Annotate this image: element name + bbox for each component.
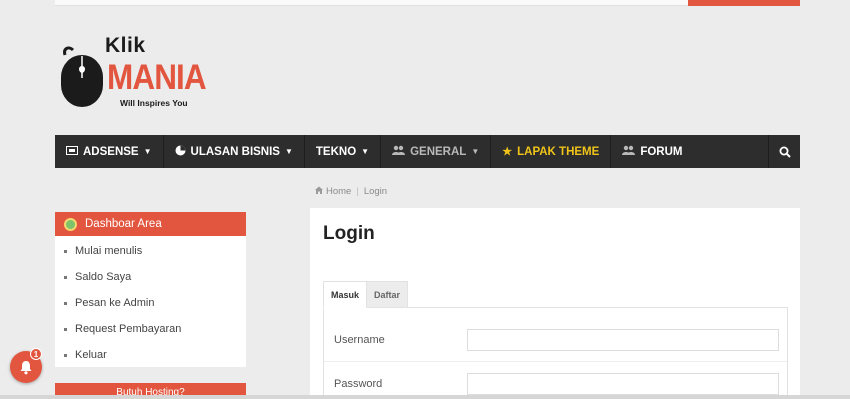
sidebar-item-mulai-menulis[interactable]: Mulai menulis — [55, 238, 246, 264]
breadcrumb: Home | Login — [315, 186, 387, 197]
login-form: Username Password — [323, 307, 788, 399]
logo-text-mania: MANIA — [107, 58, 207, 97]
bullet-icon — [64, 301, 67, 305]
top-bar-accent — [688, 0, 800, 6]
nav-item-tekno[interactable]: TEKNO ▼ — [305, 135, 382, 168]
logo-text-klik: Klik — [105, 34, 146, 57]
caret-down-icon: ▼ — [361, 147, 370, 156]
sidebar-item-request-pembayaran[interactable]: Request Pembayaran — [55, 316, 246, 342]
star-icon: ★ — [502, 146, 513, 158]
nav-label: ULASAN BISNIS — [190, 145, 280, 158]
nav-item-ulasan-bisnis[interactable]: ULASAN BISNIS ▼ — [164, 135, 305, 168]
sidebar-item-keluar[interactable]: Keluar — [55, 342, 246, 368]
pie-chart-icon — [175, 145, 186, 159]
search-icon — [779, 146, 791, 158]
nav-label: GENERAL — [410, 145, 467, 158]
breadcrumb-current: Login — [363, 186, 388, 197]
bullet-icon — [64, 275, 67, 279]
sidebar-item-pesan-ke-admin[interactable]: Pesan ke Admin — [55, 290, 246, 316]
tab-daftar[interactable]: Daftar — [367, 281, 409, 308]
caret-down-icon: ▼ — [143, 147, 152, 156]
sidebar-item-label: Mulai menulis — [75, 245, 143, 257]
sidebar-widget-title: Dashboar Area — [85, 218, 162, 230]
ad-icon — [66, 145, 78, 158]
sidebar-widget-header: Dashboar Area — [55, 212, 246, 236]
password-label: Password — [334, 377, 383, 390]
sidebar-dashboard-widget: Dashboar Area Mulai menulis Saldo Saya P… — [55, 212, 246, 367]
dashboard-icon — [64, 217, 77, 231]
sidebar-item-saldo-saya[interactable]: Saldo Saya — [55, 264, 246, 290]
sidebar-item-label: Keluar — [75, 349, 107, 361]
nav-search-button[interactable] — [768, 135, 800, 168]
sidebar-menu: Mulai menulis Saldo Saya Pesan ke Admin … — [55, 236, 246, 368]
caret-down-icon: ▼ — [471, 147, 480, 156]
horizontal-scrollbar[interactable] — [0, 395, 850, 399]
username-field[interactable] — [467, 329, 779, 351]
bullet-icon — [64, 327, 67, 331]
username-label: Username — [334, 334, 385, 346]
bullet-icon — [64, 249, 67, 253]
nav-item-forum[interactable]: FORUM — [611, 135, 693, 168]
nav-label: FORUM — [640, 145, 683, 158]
main-nav: ADSENSE ▼ ULASAN BISNIS ▼ TEKNO ▼ GENERA… — [55, 135, 800, 168]
notification-count-badge: 1 — [30, 348, 42, 360]
nav-item-lapak-theme[interactable]: ★ LAPAK THEME — [491, 135, 612, 168]
site-logo[interactable]: Klik MANIA Will Inspires You — [57, 28, 207, 110]
bullet-icon — [64, 353, 67, 357]
username-row: Username — [324, 319, 787, 362]
home-icon — [315, 186, 323, 197]
password-row: Password — [324, 362, 787, 399]
main-content: Login Masuk Daftar Username Password — [310, 208, 800, 399]
tab-masuk[interactable]: Masuk — [323, 281, 368, 308]
breadcrumb-separator: | — [356, 186, 359, 197]
mouse-logo-icon — [61, 46, 103, 107]
nav-label: TEKNO — [315, 145, 357, 158]
nav-label: LAPAK THEME — [517, 145, 600, 158]
users-icon — [392, 145, 406, 158]
logo-tagline: Will Inspires You — [120, 98, 188, 108]
nav-item-general[interactable]: GENERAL ▼ — [381, 135, 492, 168]
sidebar-item-label: Saldo Saya — [75, 271, 132, 283]
nav-item-adsense[interactable]: ADSENSE ▼ — [55, 135, 164, 168]
sidebar-item-label: Request Pembayaran — [75, 323, 182, 335]
caret-down-icon: ▼ — [284, 147, 293, 156]
breadcrumb-home-link[interactable]: Home — [326, 186, 351, 197]
page-title: Login — [323, 223, 375, 244]
sidebar-item-label: Pesan ke Admin — [75, 297, 155, 309]
users-icon — [622, 145, 636, 158]
password-field[interactable] — [467, 372, 779, 395]
nav-label: ADSENSE — [83, 145, 139, 158]
login-tabs: Masuk Daftar — [323, 281, 409, 308]
bell-icon — [20, 360, 32, 374]
